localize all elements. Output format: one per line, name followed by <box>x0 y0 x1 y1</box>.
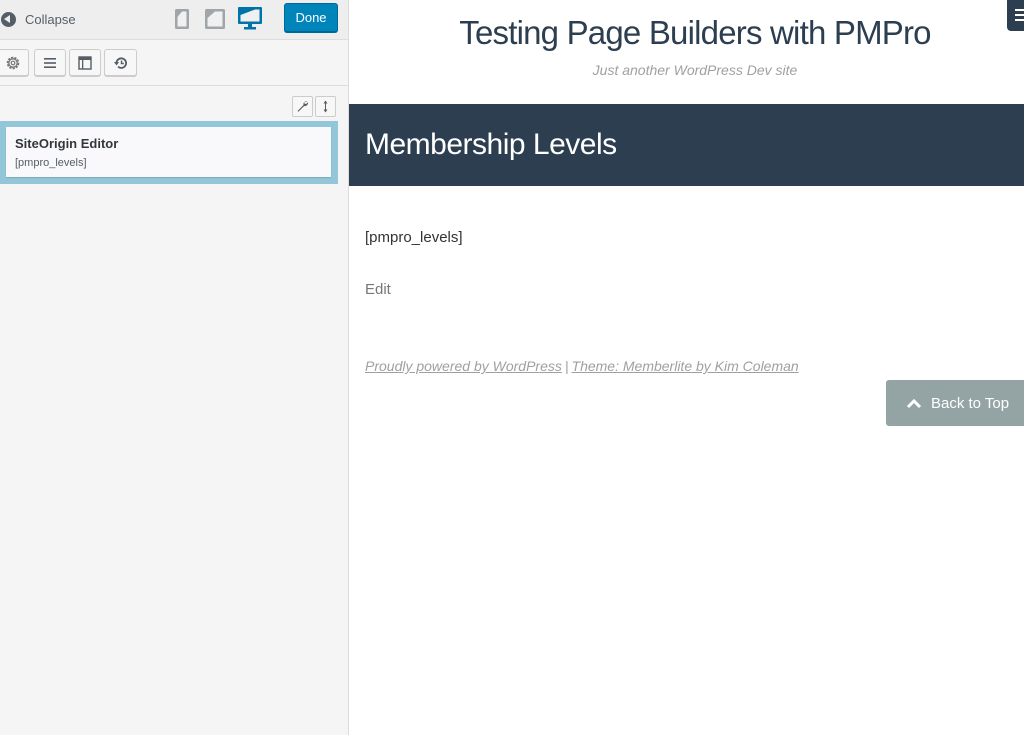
site-preview: Testing Page Builders with PMPro Just an… <box>349 0 1024 735</box>
rows-icon <box>44 57 56 68</box>
collapse-arrow-icon <box>1 11 16 27</box>
history-icon <box>113 56 127 69</box>
back-to-top-button[interactable]: Back to Top <box>886 380 1024 426</box>
row-edit-button[interactable] <box>292 96 313 117</box>
layout-icon <box>78 55 92 70</box>
page-title: Membership Levels <box>365 128 617 161</box>
chevron-up-icon <box>906 398 922 409</box>
done-button[interactable]: Done <box>284 3 338 32</box>
powered-by-link[interactable]: Proudly powered by WordPress <box>365 358 562 374</box>
desktop-icon <box>238 7 262 30</box>
builder-toolbar <box>0 40 348 86</box>
page-masthead: Membership Levels <box>349 104 1024 186</box>
edit-link[interactable]: Edit <box>365 281 391 298</box>
panel-header: Collapse Done <box>0 0 348 40</box>
page-builder-panel: Collapse Done SiteOrigin Editor [pmpro_l… <box>0 0 349 735</box>
site-tagline: Just another WordPress Dev site <box>592 62 798 78</box>
rows-button[interactable] <box>34 49 66 76</box>
layout-button[interactable] <box>69 49 101 76</box>
menu-toggle-button[interactable] <box>1007 0 1024 31</box>
device-desktop-button[interactable] <box>237 5 262 31</box>
widget-siteorigin-editor[interactable]: SiteOrigin Editor [pmpro_levels] <box>6 127 331 177</box>
row-cell[interactable]: SiteOrigin Editor [pmpro_levels] <box>0 121 338 184</box>
site-title[interactable]: Testing Page Builders with PMPro <box>349 14 1024 52</box>
mobile-icon <box>175 9 189 29</box>
device-tablet-button[interactable] <box>203 5 227 31</box>
widget-description: [pmpro_levels] <box>15 157 87 169</box>
row-move-button[interactable] <box>315 96 336 117</box>
widget-title: SiteOrigin Editor <box>15 136 119 151</box>
theme-credit-link[interactable]: Theme: Memberlite by Kim Coleman <box>572 358 799 374</box>
collapse-label: Collapse <box>25 11 76 27</box>
settings-button[interactable] <box>0 49 29 76</box>
entry-content: [pmpro_levels] <box>365 229 463 246</box>
move-vertical-icon <box>323 100 328 113</box>
tablet-icon <box>205 9 225 29</box>
footer-separator: | <box>564 358 569 374</box>
gear-icon <box>6 56 20 69</box>
wrench-icon <box>297 101 308 112</box>
hamburger-icon <box>1015 9 1024 11</box>
back-to-top-label: Back to Top <box>931 394 1010 412</box>
collapse-button[interactable]: Collapse <box>0 8 76 30</box>
site-footer-info: Proudly powered by WordPress | Theme: Memb… <box>365 358 799 374</box>
device-mobile-button[interactable] <box>170 5 194 31</box>
history-button[interactable] <box>104 49 137 76</box>
